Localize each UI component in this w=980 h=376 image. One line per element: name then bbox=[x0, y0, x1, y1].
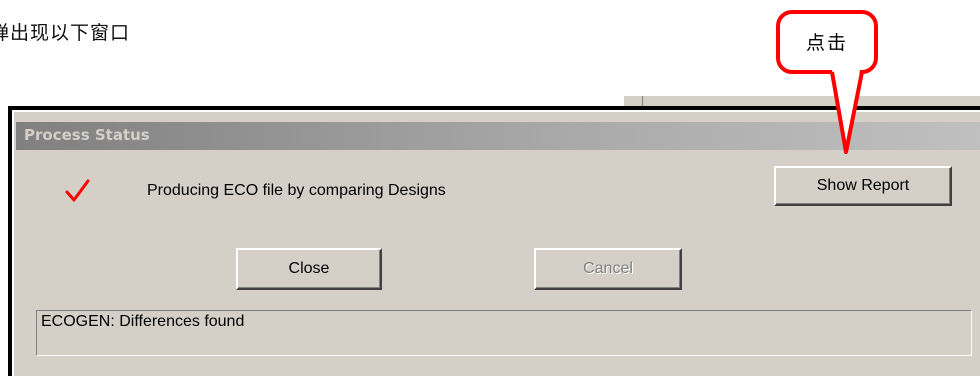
close-button[interactable]: Close bbox=[236, 248, 382, 290]
process-status-dialog: Process Status Producing ECO file by com… bbox=[8, 106, 980, 376]
status-log-text: ECOGEN: Differences found bbox=[41, 313, 245, 330]
dialog-titlebar[interactable]: Process Status bbox=[16, 122, 980, 150]
status-log-field: ECOGEN: Differences found bbox=[36, 310, 972, 356]
callout-box: 点击 bbox=[776, 10, 878, 74]
dialog-title: Process Status bbox=[24, 126, 150, 144]
callout-text: 点击 bbox=[805, 32, 848, 54]
status-message: Producing ECO file by comparing Designs bbox=[147, 182, 446, 199]
document-caption: 弹出现以下窗口 bbox=[0, 22, 131, 44]
show-report-button[interactable]: Show Report bbox=[774, 166, 952, 206]
cancel-button: Cancel bbox=[534, 248, 682, 290]
checkmark-icon bbox=[65, 179, 90, 202]
